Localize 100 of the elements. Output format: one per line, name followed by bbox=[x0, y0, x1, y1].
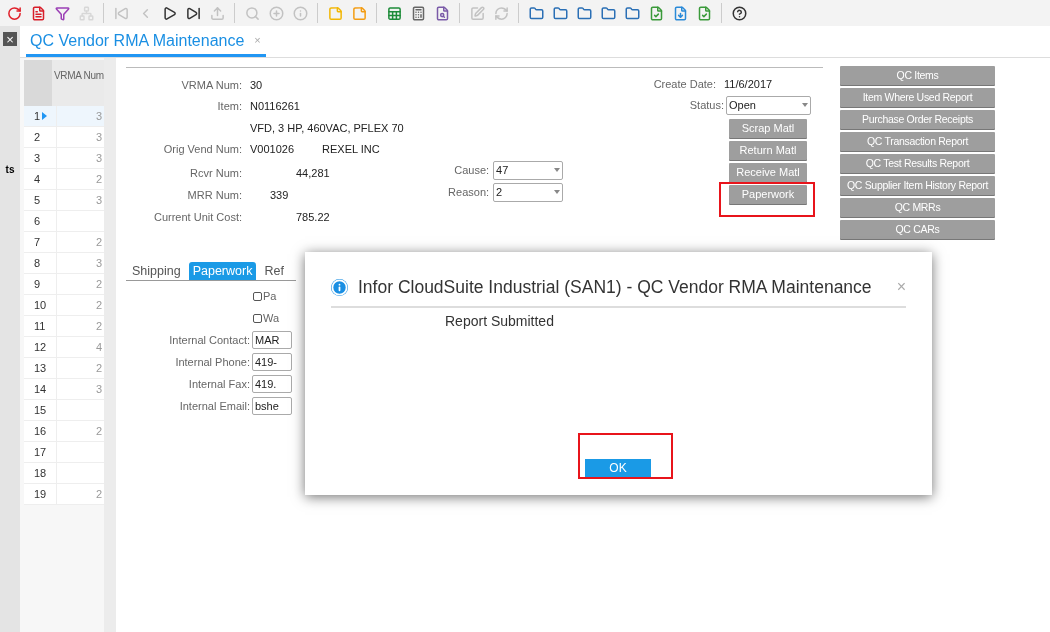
grid-row[interactable]: 8 3 bbox=[24, 253, 104, 274]
grid-row[interactable]: 2 3 bbox=[24, 127, 104, 148]
text-field[interactable]: 419- bbox=[252, 353, 292, 371]
table-cell-text: 2 bbox=[95, 297, 102, 313]
grid-row[interactable]: 17 bbox=[24, 442, 104, 463]
checkbox[interactable] bbox=[253, 291, 262, 301]
note-icon bbox=[351, 5, 367, 21]
folder-icon bbox=[552, 5, 568, 21]
calculator-icon bbox=[410, 5, 426, 21]
help-button[interactable] bbox=[729, 3, 749, 23]
tab-title: QC Vendor RMA Maintenance bbox=[30, 30, 245, 51]
row-number: 5 bbox=[34, 192, 41, 208]
first-record-icon bbox=[113, 5, 129, 21]
spreadsheet-icon bbox=[386, 5, 402, 21]
table-cell-text: 3 bbox=[95, 108, 102, 124]
table-cell-text: 2 bbox=[95, 276, 102, 292]
field-label: Internal Fax: bbox=[187, 376, 251, 392]
search-icon bbox=[244, 5, 260, 21]
checkbox[interactable] bbox=[253, 313, 262, 323]
grid-row[interactable]: 19 2 bbox=[24, 484, 104, 505]
field-label: Internal Contact: bbox=[168, 332, 251, 348]
folder-icon bbox=[624, 5, 640, 21]
grid-row[interactable]: 11 2 bbox=[24, 316, 104, 337]
add-icon bbox=[268, 5, 284, 21]
field-label: Orig Vend Num: bbox=[163, 143, 242, 155]
grid-row[interactable]: 18 bbox=[24, 463, 104, 484]
next-icon bbox=[161, 5, 177, 21]
grid-row[interactable]: 12 4 bbox=[24, 337, 104, 358]
document-icon bbox=[30, 5, 46, 21]
field-value: N0116261 bbox=[250, 99, 300, 114]
dialog-title: Infor CloudSuite Industrial (SAN1) - QC Vendor RMA Maintenance bbox=[358, 276, 873, 299]
table-cell-text: 3 bbox=[95, 150, 102, 166]
table-cell-text: 2 bbox=[95, 318, 102, 334]
field-label: Internal Phone: bbox=[174, 354, 251, 370]
grid-row[interactable]: 3 3 bbox=[24, 148, 104, 169]
document-icon bbox=[648, 5, 664, 21]
grid-row[interactable]: 4 2 bbox=[24, 169, 104, 190]
row-number: 8 bbox=[34, 255, 41, 271]
grid-row[interactable]: 6 bbox=[24, 211, 104, 232]
folder-icon bbox=[576, 5, 592, 21]
grid-row[interactable]: 10 2 bbox=[24, 295, 104, 316]
table-cell-text: 2 bbox=[95, 423, 102, 439]
row-number: 17 bbox=[34, 444, 47, 460]
table-cell-text: 3 bbox=[95, 381, 102, 397]
dropdown-arrow-icon bbox=[802, 103, 808, 107]
upload-icon bbox=[209, 5, 225, 21]
dialog-message: Report Submitted bbox=[445, 312, 554, 332]
grid-row[interactable]: 1 3 bbox=[24, 106, 104, 127]
row-number: 1 bbox=[34, 108, 41, 124]
grid-row[interactable]: 5 3 bbox=[24, 190, 104, 211]
row-number: 10 bbox=[34, 297, 47, 313]
text-field[interactable]: MAR bbox=[252, 331, 292, 349]
row-number: 11 bbox=[34, 318, 46, 334]
row-number: 6 bbox=[34, 213, 41, 229]
grid-row[interactable]: 7 2 bbox=[24, 232, 104, 253]
grid-row[interactable]: 14 3 bbox=[24, 379, 104, 400]
field-label: Current Unit Cost: bbox=[153, 210, 242, 223]
grid-row[interactable]: 9 2 bbox=[24, 274, 104, 295]
field-label: Cause: bbox=[453, 162, 491, 178]
status-dropdown[interactable]: Open bbox=[726, 95, 811, 115]
row-number: 3 bbox=[34, 150, 41, 166]
table-cell-text: 2 bbox=[95, 171, 102, 187]
grid-corner bbox=[24, 60, 52, 106]
field-label: VRMA Num: bbox=[181, 78, 242, 91]
text-field[interactable]: 419. bbox=[252, 375, 292, 393]
section-tab[interactable]: Shipping bbox=[128, 262, 185, 280]
dropdown-field[interactable]: 47 bbox=[493, 160, 564, 180]
field-label: Rcvr Num: bbox=[190, 166, 242, 179]
filter-icon bbox=[54, 5, 70, 21]
field-label: Status: bbox=[689, 97, 725, 113]
table-cell-text: 3 bbox=[95, 192, 102, 208]
current-row-icon bbox=[42, 112, 48, 120]
table-cell-text: 2 bbox=[95, 234, 102, 250]
table-cell-text: 4 bbox=[95, 339, 102, 355]
checkbox-label: Wa bbox=[263, 310, 280, 326]
grid-row[interactable]: 13 2 bbox=[24, 358, 104, 379]
text-field[interactable]: bshe bbox=[252, 397, 292, 415]
info-icon bbox=[331, 278, 348, 296]
row-number: 14 bbox=[34, 381, 47, 397]
note-icon bbox=[327, 5, 343, 21]
row-number: 7 bbox=[34, 234, 41, 250]
grid-row[interactable]: 15 bbox=[24, 400, 104, 421]
table-cell-text: 2 bbox=[95, 360, 102, 376]
help-icon bbox=[731, 5, 747, 21]
dropdown-arrow-icon bbox=[554, 168, 561, 172]
section-tab[interactable]: Ref bbox=[260, 262, 288, 280]
field-label: Create Date: bbox=[652, 76, 717, 92]
field-value: VFD, 3 HP, 460VAC, PFLEX 70 bbox=[250, 120, 404, 136]
folder-icon bbox=[600, 5, 616, 21]
refresh-icon bbox=[6, 5, 22, 21]
folder-icon bbox=[528, 5, 544, 21]
sync-icon bbox=[493, 5, 509, 21]
grid-row[interactable]: 16 2 bbox=[24, 421, 104, 442]
field-value: 30 bbox=[250, 77, 263, 93]
table-cell-text: 3 bbox=[95, 129, 102, 145]
dropdown-field[interactable]: 2 bbox=[493, 182, 564, 202]
field-label: Item: bbox=[217, 100, 242, 112]
field-value: 785.22 bbox=[295, 209, 330, 225]
document-icon bbox=[696, 5, 712, 21]
close-button[interactable]: × bbox=[3, 32, 17, 46]
